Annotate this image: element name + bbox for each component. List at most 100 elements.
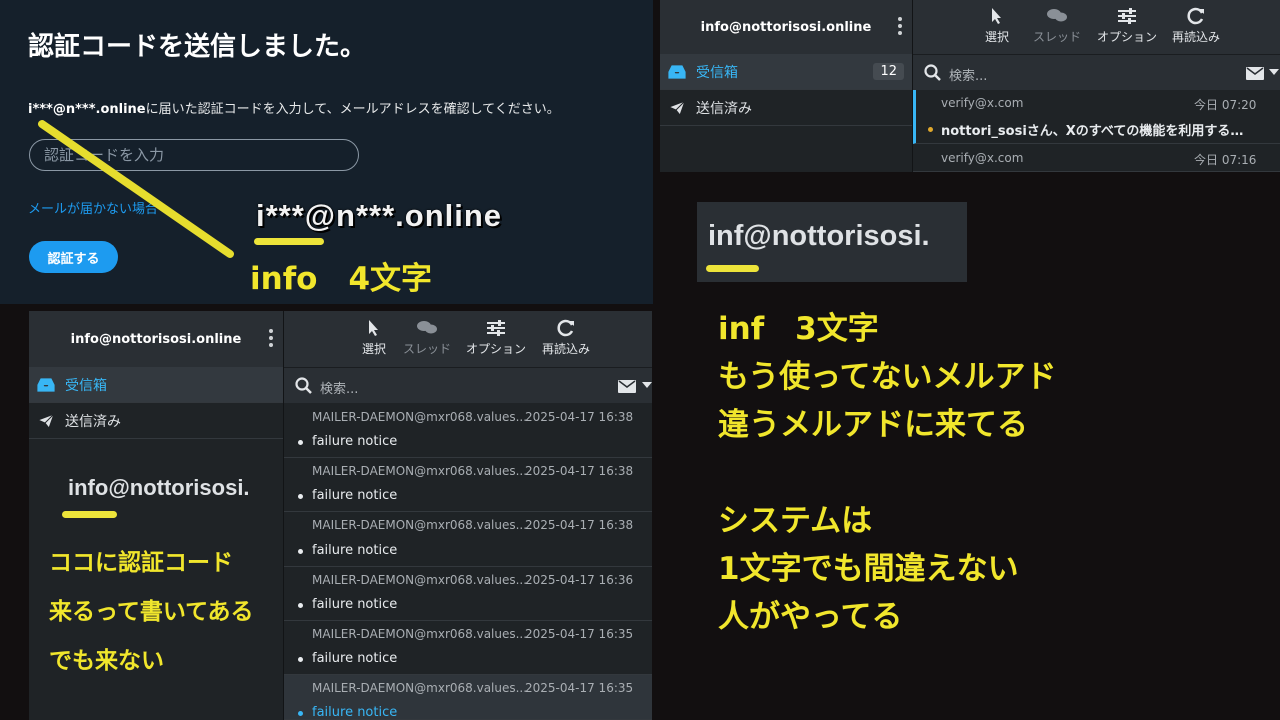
message-subject: failure notice xyxy=(312,651,398,666)
message-subject: failure notice xyxy=(312,705,398,720)
message-subject: nottori_sosiさん、Xのすべての機能を利用する… xyxy=(941,124,1244,139)
chevron-down-icon[interactable] xyxy=(1269,69,1279,76)
message-subject: failure notice xyxy=(312,597,398,612)
toolbar-label: スレッド xyxy=(403,342,452,356)
select-button[interactable]: 選択 xyxy=(362,319,386,357)
send-icon xyxy=(668,99,686,116)
annotation-line: もう使ってないメルアド xyxy=(718,359,1057,395)
annotation-line: でも来ない xyxy=(49,648,164,674)
unread-count-badge: 12 xyxy=(873,63,904,80)
options-button[interactable]: オプション xyxy=(466,319,526,357)
folder-label: 受信箱 xyxy=(65,377,107,394)
message-row[interactable]: MAILER-DAEMON@mxr068.values... 2025-04-1… xyxy=(284,403,652,458)
message-subject: failure notice xyxy=(312,543,398,558)
reload-button[interactable]: 再読込み xyxy=(1172,7,1220,45)
thread-button[interactable]: スレッド xyxy=(1033,7,1081,45)
annotation-spacer xyxy=(718,449,1057,497)
message-date: 2025-04-17 16:38 xyxy=(525,518,634,532)
folder-sent[interactable]: 送信済み xyxy=(29,403,283,439)
message-row[interactable]: MAILER-DAEMON@mxr068.values... 2025-04-1… xyxy=(284,458,652,512)
message-row[interactable]: verify@x.com 今日 07:20 nottori_sosiさん、Xのす… xyxy=(913,90,1280,144)
send-icon xyxy=(37,412,55,429)
annotation-line: 違うメルアドに来てる xyxy=(718,407,1028,443)
toolbar-label: スレッド xyxy=(1033,30,1082,44)
account-header: info@nottorisosi.online xyxy=(29,311,283,367)
unread-dot xyxy=(298,549,303,554)
folder-inbox[interactable]: 受信箱 xyxy=(29,367,283,403)
inbox-icon xyxy=(37,377,55,392)
message-from: MAILER-DAEMON@mxr068.values... xyxy=(312,627,528,641)
annotation-right: inf 3文字 もう使ってないメルアド 違うメルアドに来てる システムは 1文字… xyxy=(718,305,1057,641)
select-button[interactable]: 選択 xyxy=(985,7,1009,45)
chat-icon xyxy=(1047,9,1067,22)
cursor-icon xyxy=(992,8,1001,24)
message-row[interactable]: MAILER-DAEMON@mxr068.values... 2025-04-1… xyxy=(284,512,652,567)
annotation-line: ココに認証コード xyxy=(49,550,233,576)
chevron-down-icon[interactable] xyxy=(642,382,652,389)
cursor-icon xyxy=(369,320,378,336)
toolbar-label: 選択 xyxy=(985,30,1010,44)
message-row-selected[interactable]: MAILER-DAEMON@mxr068.values... 2025-04-1… xyxy=(284,675,652,720)
kebab-menu-icon[interactable] xyxy=(898,17,902,38)
chat-icon xyxy=(417,321,437,334)
folder-sent[interactable]: 送信済み xyxy=(660,90,912,126)
message-row[interactable]: MAILER-DAEMON@mxr068.values... 2025-04-1… xyxy=(284,567,652,621)
message-date: 2025-04-17 16:35 xyxy=(525,681,634,695)
unread-dot xyxy=(298,494,303,499)
annotation-underline xyxy=(62,511,117,518)
annotation-line: 人がやってる xyxy=(718,599,903,635)
toolbar-label: 再読込み xyxy=(1172,30,1221,44)
message-row[interactable]: MAILER-DAEMON@mxr068.values... 2025-04-1… xyxy=(284,621,652,675)
kebab-menu-icon[interactable] xyxy=(269,329,273,350)
reload-button[interactable]: 再読込み xyxy=(542,319,590,357)
unread-dot xyxy=(298,603,303,608)
mail-client-bottom: info@nottorisosi.online 受信箱 送信済み info@no… xyxy=(29,311,652,720)
unread-dot xyxy=(298,711,303,716)
thread-button[interactable]: スレッド xyxy=(403,319,451,357)
toolbar-label: 選択 xyxy=(362,342,387,356)
account-zoom-text: info@nottorisosi. xyxy=(68,475,250,500)
annotation-line: inf 3文字 xyxy=(718,311,879,347)
options-button[interactable]: オプション xyxy=(1097,7,1157,45)
message-date: 今日 07:20 xyxy=(1194,98,1257,112)
message-from: verify@x.com xyxy=(941,96,1024,110)
message-from: verify@x.com xyxy=(941,151,1024,165)
message-date: 2025-04-17 16:36 xyxy=(525,573,634,587)
search-bar[interactable]: 検索... xyxy=(284,367,652,403)
annotation-arrow-line xyxy=(38,120,234,258)
annotation-line: 1文字でも間違えない xyxy=(718,551,1019,587)
message-date: 2025-04-17 16:38 xyxy=(525,410,634,424)
unread-dot xyxy=(298,440,303,445)
message-from: MAILER-DAEMON@mxr068.values... xyxy=(312,518,528,532)
toolbar: 選択 スレッド オプション 再読込み xyxy=(913,0,1280,54)
envelope-icon[interactable] xyxy=(618,380,636,393)
search-placeholder: 検索... xyxy=(949,69,988,84)
message-from: MAILER-DAEMON@mxr068.values... xyxy=(312,681,528,695)
mail-client-top: info@nottorisosi.online 受信箱 12 送信済み 選択 ス… xyxy=(660,0,1280,172)
message-date: 2025-04-17 16:35 xyxy=(525,627,634,641)
annotation-line: システムは xyxy=(718,503,873,539)
search-bar[interactable]: 検索... xyxy=(913,54,1280,90)
unread-dot xyxy=(298,657,303,662)
message-from: MAILER-DAEMON@mxr068.values... xyxy=(312,573,528,587)
sliders-icon xyxy=(487,320,505,336)
unread-dot xyxy=(928,127,933,132)
account-email: info@nottorisosi.online xyxy=(70,331,242,347)
toolbar-label: 再読込み xyxy=(542,342,591,356)
message-row[interactable]: verify@x.com 今日 07:16 xyxy=(913,144,1280,172)
toolbar-label: オプション xyxy=(466,342,527,356)
search-placeholder: 検索... xyxy=(320,382,359,397)
account-email: info@nottorisosi.online xyxy=(700,19,872,35)
folder-label: 送信済み xyxy=(696,100,752,117)
envelope-icon[interactable] xyxy=(1246,67,1264,80)
folder-label: 受信箱 xyxy=(696,64,738,81)
annotation-line: 来るって書いてある xyxy=(49,599,254,625)
inbox-icon xyxy=(668,64,686,79)
folder-inbox[interactable]: 受信箱 12 xyxy=(660,54,912,90)
message-subject: failure notice xyxy=(312,434,398,449)
sliders-icon xyxy=(1118,8,1136,24)
toolbar-label: オプション xyxy=(1097,30,1158,44)
refresh-icon xyxy=(1187,7,1204,25)
folder-label: 送信済み xyxy=(65,413,121,430)
account-zoom-text: inf@nottorisosi. xyxy=(708,220,930,252)
